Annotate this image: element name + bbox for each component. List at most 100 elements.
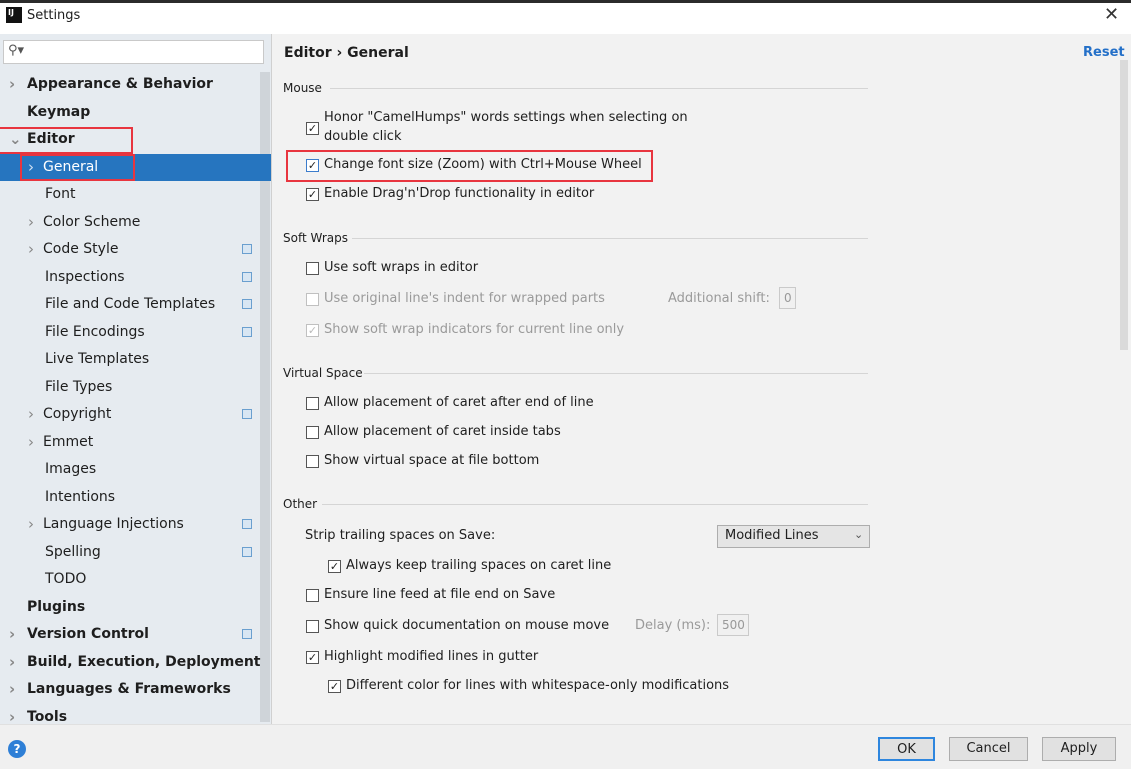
section-other: Other (283, 497, 318, 511)
highlight-box (20, 154, 135, 181)
sidebar-item-label: File and Code Templates (45, 296, 216, 312)
project-settings-icon (242, 409, 252, 419)
chevron-right-icon[interactable]: › (9, 621, 15, 648)
highlight-box (0, 127, 133, 154)
indent-checkbox[interactable] (306, 293, 319, 306)
section-virtual-space: Virtual Space (283, 366, 363, 380)
chevron-right-icon[interactable]: › (28, 209, 34, 236)
close-icon[interactable]: ✕ (1104, 4, 1119, 25)
window-title: Settings (27, 8, 81, 23)
sidebar-item-label: Live Templates (45, 351, 150, 367)
chevron-right-icon[interactable]: › (9, 649, 15, 676)
camelhumps-label-2: double click (324, 129, 402, 144)
section-mouse: Mouse (283, 81, 322, 95)
sidebar-item-language-injections[interactable]: › Language Injections (0, 511, 260, 538)
chevron-right-icon[interactable]: › (9, 71, 15, 98)
line-feed-checkbox[interactable] (306, 589, 319, 602)
sidebar-item-label: Intentions (45, 488, 116, 505)
ok-button[interactable]: OK (878, 737, 935, 761)
sidebar-item-copyright[interactable]: › Copyright (0, 401, 260, 428)
additional-shift-input[interactable]: 0 (779, 287, 796, 309)
sidebar-item-live-templates[interactable]: Live Templates (0, 346, 260, 373)
sidebar-item-code-style[interactable]: › Code Style (0, 236, 260, 263)
divider (330, 88, 868, 89)
keep-trailing-checkbox[interactable]: ✓ (328, 560, 341, 573)
chevron-right-icon[interactable]: › (28, 429, 34, 456)
indicators-checkbox[interactable]: ✓ (306, 324, 319, 337)
project-settings-icon (242, 299, 252, 309)
highlight-box (286, 150, 653, 182)
sidebar-item-inspections[interactable]: Inspections (0, 264, 260, 291)
sidebar-item-color-scheme[interactable]: › Color Scheme (0, 209, 260, 236)
sidebar-item-label: File Types (45, 378, 113, 395)
breadcrumb: Editor › General (284, 45, 409, 61)
chevron-down-icon: ⌄ (854, 528, 864, 541)
sidebar-item-file-encodings[interactable]: File Encodings (0, 319, 260, 346)
sidebar-item-appearance-behavior[interactable]: › Appearance & Behavior (0, 71, 260, 98)
sidebar-item-images[interactable]: Images (0, 456, 260, 483)
sidebar-item-label: Font (45, 186, 76, 202)
soft-wraps-label: Use soft wraps in editor (324, 260, 479, 275)
sidebar-item-label: Inspections (45, 268, 125, 285)
divider (322, 504, 868, 505)
indent-label: Use original line's indent for wrapped p… (324, 291, 605, 306)
sidebar-item-label: File Encodings (45, 323, 145, 340)
reset-link[interactable]: Reset (1083, 45, 1125, 60)
sidebar-item-label: Keymap (27, 103, 91, 120)
file-bottom-checkbox[interactable] (306, 455, 319, 468)
delay-input[interactable]: 500 (717, 614, 749, 636)
project-settings-icon (242, 629, 252, 639)
sidebar-item-file-types[interactable]: File Types (0, 374, 260, 401)
camelhumps-checkbox[interactable]: ✓ (306, 122, 319, 135)
project-settings-icon (242, 271, 252, 282)
chevron-right-icon[interactable]: › (28, 511, 34, 538)
dnd-label: Enable Drag'n'Drop functionality in edit… (324, 186, 595, 201)
quick-doc-checkbox[interactable] (306, 620, 319, 633)
search-input[interactable]: ⚲▾ (3, 40, 264, 64)
sidebar-item-plugins[interactable]: Plugins (0, 594, 260, 621)
highlight-checkbox[interactable]: ✓ (306, 651, 319, 664)
diff-color-checkbox[interactable]: ✓ (328, 680, 341, 693)
camelhumps-label: Honor "CamelHumps" words settings when s… (324, 110, 688, 125)
sidebar-item-label: Images (45, 461, 97, 477)
intellij-logo: IJ (6, 7, 22, 23)
sidebar-item-todo[interactable]: TODO (0, 566, 260, 593)
sidebar-item-label: Languages & Frameworks (27, 681, 231, 697)
caret-end-label: Allow placement of caret after end of li… (324, 395, 594, 410)
caret-end-checkbox[interactable] (306, 397, 319, 410)
sidebar-item-keymap[interactable]: Keymap (0, 99, 260, 126)
sidebar-item-languages-frameworks[interactable]: › Languages & Frameworks (0, 676, 260, 703)
caret-tabs-checkbox[interactable] (306, 426, 319, 439)
dnd-checkbox[interactable]: ✓ (306, 188, 319, 201)
chevron-right-icon[interactable]: › (9, 676, 15, 703)
apply-button[interactable]: Apply (1042, 737, 1116, 761)
sidebar-item-label: Plugins (27, 598, 86, 615)
highlight-label: Highlight modified lines in gutter (324, 649, 539, 664)
sidebar-item-label: Version Control (27, 626, 149, 642)
sidebar-item-emmet[interactable]: › Emmet (0, 429, 260, 456)
content-scrollbar[interactable] (1120, 60, 1128, 350)
soft-wraps-checkbox[interactable] (306, 262, 319, 275)
chevron-right-icon[interactable]: › (28, 236, 34, 263)
sidebar-item-font[interactable]: Font (0, 181, 260, 208)
chevron-right-icon[interactable]: › (28, 401, 34, 428)
help-icon[interactable]: ? (8, 740, 26, 758)
sidebar-item-label: Code Style (43, 241, 119, 257)
additional-shift-label: Additional shift: (668, 291, 770, 306)
breadcrumb-general: General (347, 45, 409, 61)
sidebar-item-file-and-code-templates[interactable]: File and Code Templates (0, 291, 260, 318)
sidebar-item-spelling[interactable]: Spelling (0, 539, 260, 566)
strip-dropdown[interactable]: Modified Lines ⌄ (717, 525, 870, 548)
sidebar-item-version-control[interactable]: › Version Control (0, 621, 260, 648)
sidebar-item-label: Build, Execution, Deployment (27, 653, 261, 670)
breadcrumb-editor[interactable]: Editor (284, 45, 332, 61)
indicators-label: Show soft wrap indicators for current li… (324, 322, 625, 337)
sidebar-item-label: Appearance & Behavior (27, 76, 213, 92)
sidebar-item-intentions[interactable]: Intentions (0, 484, 260, 511)
caret-tabs-label: Allow placement of caret inside tabs (324, 424, 561, 439)
divider (364, 373, 868, 374)
sidebar-item-build-execution-deployment[interactable]: › Build, Execution, Deployment (0, 649, 261, 676)
cancel-button[interactable]: Cancel (949, 737, 1028, 761)
strip-dropdown-value: Modified Lines (725, 528, 819, 543)
section-soft-wraps: Soft Wraps (283, 231, 348, 245)
